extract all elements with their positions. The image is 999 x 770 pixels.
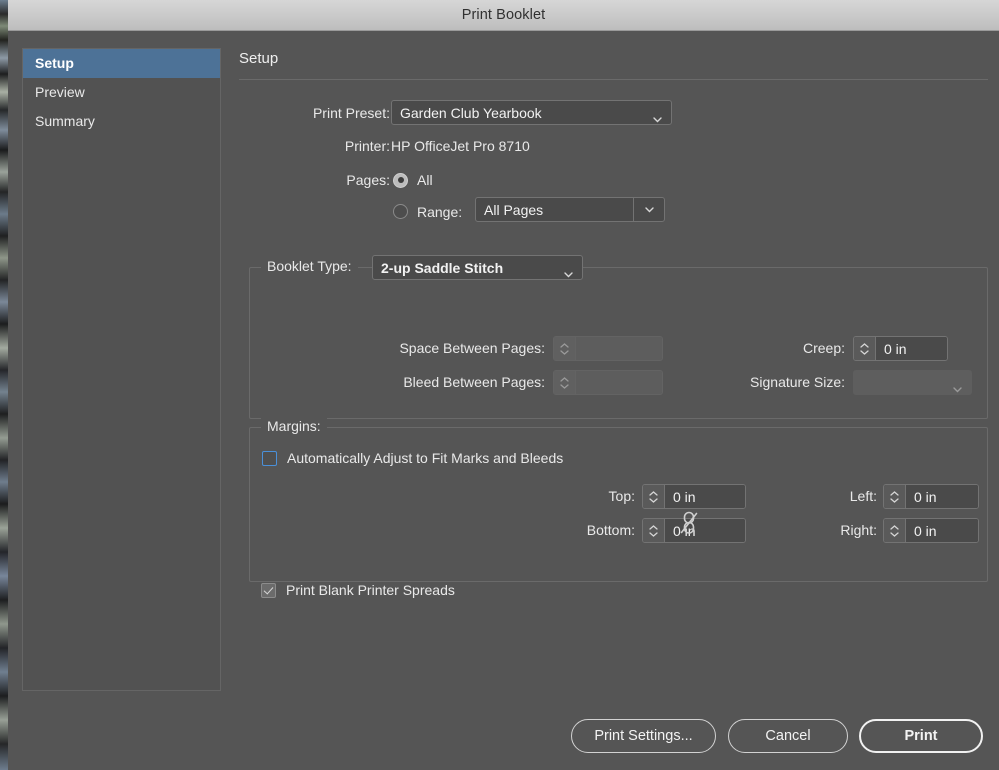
dialog-body: Setup Preview Summary Setup Print Preset… bbox=[8, 31, 999, 770]
sidebar-nav: Setup Preview Summary bbox=[22, 48, 221, 691]
signature-size-dropdown bbox=[853, 370, 972, 395]
print-preset-label: Print Preset: bbox=[239, 105, 390, 121]
chevron-down-icon bbox=[653, 110, 662, 116]
margin-top-label: Top: bbox=[500, 484, 635, 509]
bleed-between-pages-label: Bleed Between Pages: bbox=[250, 370, 545, 395]
page-range-dropdown[interactable]: All Pages bbox=[475, 197, 665, 222]
sidebar-item-label: Setup bbox=[35, 55, 74, 71]
setup-pane: Setup Print Preset: Garden Club Yearbook… bbox=[239, 31, 999, 770]
pages-label-wrap: Pages: bbox=[239, 170, 390, 190]
space-between-pages-value bbox=[576, 337, 662, 360]
signature-size-label: Signature Size: bbox=[690, 370, 845, 395]
pages-range-label: Range: bbox=[417, 204, 462, 220]
booklet-type-group: Booklet Type: 2-up Saddle Stitch Space B… bbox=[249, 267, 988, 419]
print-preset-dropdown[interactable]: Garden Club Yearbook bbox=[391, 100, 672, 125]
margins-legend: Margins: bbox=[261, 418, 327, 434]
sidebar-item-summary[interactable]: Summary bbox=[23, 107, 220, 136]
radio-range[interactable] bbox=[393, 204, 408, 219]
sidebar-item-setup[interactable]: Setup bbox=[23, 49, 220, 78]
margin-bottom-value[interactable]: 0 in bbox=[665, 519, 745, 542]
print-button[interactable]: Print bbox=[859, 719, 983, 753]
print-blank-spreads-checkbox bbox=[261, 583, 276, 598]
dialog-titlebar: Print Booklet bbox=[8, 0, 999, 31]
cancel-label: Cancel bbox=[765, 728, 810, 744]
auto-adjust-label: Automatically Adjust to Fit Marks and Bl… bbox=[287, 450, 563, 466]
chevron-down-icon bbox=[564, 265, 573, 271]
bleed-between-pages-stepper bbox=[553, 370, 663, 395]
print-label: Print bbox=[904, 728, 937, 744]
pages-all-label: All bbox=[417, 172, 433, 188]
chevron-down-icon[interactable] bbox=[634, 198, 664, 221]
auto-adjust-checkbox[interactable] bbox=[262, 451, 277, 466]
broken-chain-link-icon[interactable] bbox=[678, 510, 700, 536]
booklet-type-label: Booklet Type: bbox=[261, 258, 358, 274]
stepper-arrows-icon[interactable] bbox=[884, 485, 906, 508]
margin-right-value[interactable]: 0 in bbox=[906, 519, 978, 542]
booklet-type-dropdown[interactable]: 2-up Saddle Stitch bbox=[372, 255, 583, 280]
sidebar-item-preview[interactable]: Preview bbox=[23, 78, 220, 107]
print-blank-spreads-row: Print Blank Printer Spreads bbox=[261, 580, 455, 600]
margin-top-stepper[interactable]: 0 in bbox=[642, 484, 746, 509]
printer-value: HP OfficeJet Pro 8710 bbox=[391, 135, 530, 157]
margin-top-value[interactable]: 0 in bbox=[665, 485, 745, 508]
pages-all-option[interactable]: All bbox=[393, 170, 433, 190]
pages-label: Pages: bbox=[239, 172, 390, 188]
margin-right-label: Right: bbox=[790, 518, 877, 543]
creep-label: Creep: bbox=[690, 336, 845, 361]
stepper-arrows-icon bbox=[554, 371, 576, 394]
margins-group: Margins: Automatically Adjust to Fit Mar… bbox=[249, 427, 988, 582]
stepper-arrows-icon[interactable] bbox=[643, 485, 665, 508]
stepper-arrows-icon[interactable] bbox=[854, 337, 876, 360]
creep-stepper[interactable]: 0 in bbox=[853, 336, 948, 361]
print-preset-label-wrap: Print Preset: bbox=[239, 100, 390, 125]
stepper-arrows-icon[interactable] bbox=[884, 519, 906, 542]
bleed-between-pages-value bbox=[576, 371, 662, 394]
dialog-title: Print Booklet bbox=[8, 0, 999, 30]
sidebar-item-label: Preview bbox=[35, 84, 85, 100]
stepper-arrows-icon[interactable] bbox=[643, 519, 665, 542]
margin-left-stepper[interactable]: 0 in bbox=[883, 484, 979, 509]
margin-left-label: Left: bbox=[790, 484, 877, 509]
print-blank-spreads-label: Print Blank Printer Spreads bbox=[286, 582, 455, 598]
margin-bottom-label: Bottom: bbox=[500, 518, 635, 543]
pane-divider bbox=[239, 79, 988, 80]
print-preset-value: Garden Club Yearbook bbox=[400, 105, 542, 121]
booklet-type-value: 2-up Saddle Stitch bbox=[381, 260, 503, 276]
page-title: Setup bbox=[239, 50, 278, 67]
print-booklet-dialog: Print Booklet Setup Preview Summary Setu… bbox=[8, 0, 999, 770]
printer-label: Printer: bbox=[239, 138, 390, 154]
margin-left-value[interactable]: 0 in bbox=[906, 485, 978, 508]
printer-label-wrap: Printer: bbox=[239, 135, 390, 157]
pages-range-option[interactable]: Range: bbox=[393, 199, 462, 224]
stepper-arrows-icon bbox=[554, 337, 576, 360]
cancel-button[interactable]: Cancel bbox=[728, 719, 848, 753]
creep-value[interactable]: 0 in bbox=[876, 337, 947, 360]
print-settings-label: Print Settings... bbox=[594, 728, 692, 744]
margin-right-stepper[interactable]: 0 in bbox=[883, 518, 979, 543]
booklet-type-legend: Booklet Type: bbox=[261, 258, 358, 274]
radio-all[interactable] bbox=[393, 173, 408, 188]
chevron-down-icon bbox=[953, 380, 962, 386]
space-between-pages-label: Space Between Pages: bbox=[250, 336, 545, 361]
print-settings-button[interactable]: Print Settings... bbox=[571, 719, 716, 753]
space-between-pages-stepper bbox=[553, 336, 663, 361]
auto-adjust-checkbox-row[interactable]: Automatically Adjust to Fit Marks and Bl… bbox=[262, 448, 563, 468]
sidebar-item-label: Summary bbox=[35, 113, 95, 129]
page-range-value: All Pages bbox=[476, 198, 634, 221]
